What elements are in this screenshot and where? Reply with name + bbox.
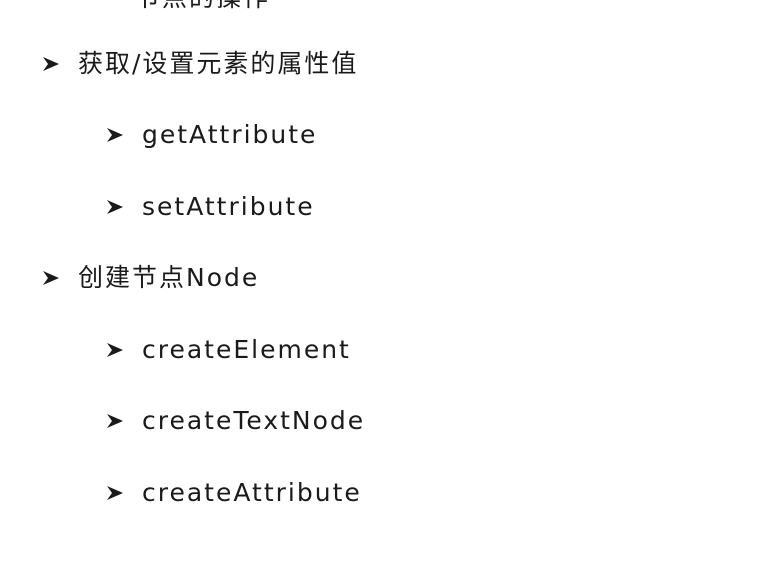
arrowhead-bullet-icon	[104, 341, 126, 359]
slide-page: 节点的操作 获取/设置元素的属性值 getAttribute setAttrib…	[0, 0, 768, 565]
list-item-label: createAttribute	[142, 478, 362, 507]
arrowhead-bullet-icon	[40, 269, 62, 287]
list-item-label: createTextNode	[142, 406, 366, 435]
list-item: 创建节点Node	[40, 258, 259, 298]
list-item-label: 获取/设置元素的属性值	[78, 49, 359, 78]
arrowhead-bullet-icon	[104, 198, 126, 216]
list-item-label: setAttribute	[142, 192, 315, 221]
list-item-label: createElement	[142, 335, 351, 364]
arrowhead-bullet-icon	[104, 126, 126, 144]
list-item: 获取/设置元素的属性值	[40, 44, 358, 84]
list-item: createAttribute	[104, 473, 362, 513]
list-item: getAttribute	[104, 115, 317, 155]
arrowhead-bullet-icon	[104, 484, 126, 502]
list-item: setAttribute	[104, 187, 315, 227]
cut-off-bullet-text: 节点的操作	[135, 0, 270, 10]
list-item-label: getAttribute	[142, 120, 318, 149]
list-item: createElement	[104, 330, 351, 370]
list-item-label: 创建节点Node	[78, 263, 260, 292]
arrowhead-bullet-icon	[40, 55, 62, 73]
arrowhead-bullet-icon	[104, 412, 126, 430]
list-item: createTextNode	[104, 401, 365, 441]
